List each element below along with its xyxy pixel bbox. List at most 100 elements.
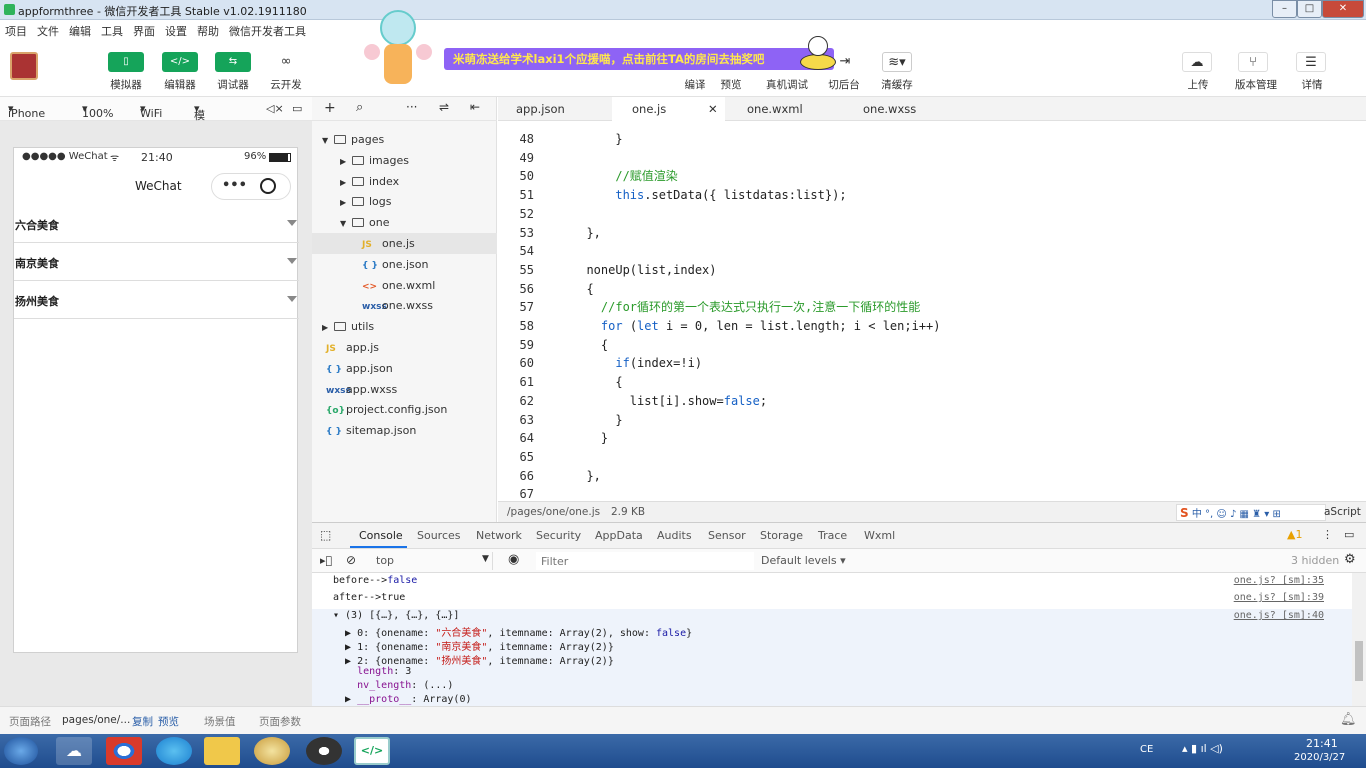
console-log-line[interactable]: ▾ (3) [{…}, {…}, {…}] (333, 610, 459, 621)
avatar[interactable] (10, 52, 38, 80)
menu-wechat-devtools[interactable]: 微信开发者工具 (224, 20, 311, 39)
tab-one-wxml[interactable]: one.wxml (726, 97, 839, 121)
compile-label[interactable]: 编译 (678, 77, 712, 92)
tree-file[interactable]: { } one.json (312, 254, 497, 275)
console-log-line[interactable]: ▶ 0: {onename: "六合美食", itemname: Array(2… (333, 624, 692, 639)
sort-icon[interactable]: ⇌ (439, 100, 449, 114)
capsule-menu[interactable]: ••• (211, 173, 291, 200)
debugger-toggle-button[interactable]: ⇆ (215, 52, 251, 72)
minimize-button[interactable]: – (1272, 0, 1297, 18)
console-output[interactable]: before-->false one.js? [sm]:35 after-->tru… (312, 573, 1352, 707)
clear-cache-label[interactable]: 清缓存 (875, 77, 919, 92)
chevron-right-icon[interactable]: ▶ (340, 172, 348, 193)
tab-console[interactable]: Console (359, 529, 403, 542)
clear-console-icon[interactable]: ⊘ (346, 553, 356, 567)
layers-icon[interactable]: ≋▾ (882, 52, 912, 72)
console-log-line[interactable]: ▶ 1: {onename: "南京美食", itemname: Array(2… (333, 638, 614, 653)
media-icon[interactable] (254, 737, 290, 765)
tab-sources[interactable]: Sources (417, 529, 461, 542)
clock-time[interactable]: 21:41 (1306, 737, 1338, 750)
console-log-line[interactable]: before-->false (333, 575, 417, 586)
code-area[interactable]: 48 } 49 50 //赋值渲染 51 this.setData({ listdat… (498, 121, 1366, 501)
chevron-down-icon[interactable]: ▼ (322, 130, 330, 151)
ime-toolbar[interactable]: S 中 °, ☺ ♪ ▦ ♜ ▾ ⊞ (1176, 504, 1326, 521)
folder-icon[interactable] (204, 737, 240, 765)
upload-icon[interactable]: ☁ (1182, 52, 1212, 72)
close-window-button[interactable]: ✕ (1322, 0, 1364, 18)
tab-network[interactable]: Network (476, 529, 522, 542)
tree-folder[interactable]: ▶ index (312, 171, 497, 192)
eye-icon[interactable]: ◉ (508, 552, 519, 567)
context-select[interactable]: top ▼ (367, 552, 493, 570)
tray-icons[interactable]: ▴ ▮ ıl ◁) (1182, 742, 1223, 755)
tree-file[interactable]: JS one.js (312, 233, 497, 254)
tree-file[interactable]: <> one.wxml (312, 275, 497, 296)
inspect-icon[interactable]: ⬚ (320, 528, 331, 542)
console-scrollbar[interactable] (1352, 573, 1366, 707)
close-tab-icon[interactable]: ✕ (708, 97, 718, 121)
tree-folder[interactable]: ▶ logs (312, 191, 497, 212)
copy-link[interactable]: 复制 (132, 714, 153, 729)
gear-icon[interactable]: ⚙ (1344, 552, 1356, 567)
tab-app-json[interactable]: app.json (498, 97, 611, 121)
close-capsule-icon[interactable] (260, 178, 276, 194)
detach-icon[interactable]: ▭ (292, 102, 302, 115)
device-select[interactable]: iPhone 5 ▾ (8, 102, 45, 133)
editor-toggle-button[interactable]: </> (162, 52, 198, 72)
ime-indicator[interactable]: CE (1140, 744, 1153, 755)
background-label[interactable]: 切后台 (822, 77, 866, 92)
cloud-icon[interactable]: ∞ (271, 52, 301, 72)
tab-audits[interactable]: Audits (657, 529, 692, 542)
menu-edit[interactable]: 编辑 (64, 20, 96, 39)
scrollbar-thumb[interactable] (1355, 641, 1363, 681)
tree-folder[interactable]: ▶ images (312, 150, 497, 171)
tab-security[interactable]: Security (536, 529, 581, 542)
bell-icon[interactable]: 🔔︎ (1340, 712, 1357, 727)
chevron-right-icon[interactable]: ▶ (340, 151, 348, 172)
chevron-right-icon[interactable]: ▶ (340, 192, 348, 213)
list-item[interactable]: 扬州美食 (14, 282, 299, 319)
tree-file[interactable]: wxssone.wxss (312, 295, 497, 316)
sim-ops-select[interactable]: 模拟操作 ▾ (194, 102, 205, 170)
browser-icon[interactable] (156, 737, 192, 765)
tab-one-js[interactable]: one.js ✕ (612, 97, 725, 121)
chrome-icon[interactable] (106, 737, 142, 765)
page-params-label[interactable]: 页面参数 (259, 714, 301, 729)
tab-one-wxss[interactable]: one.wxss (840, 97, 953, 121)
preview-link[interactable]: 预览 (158, 714, 179, 729)
tab-sensor[interactable]: Sensor (708, 529, 746, 542)
tree-file[interactable]: {o}project.config.json (312, 399, 497, 420)
warning-icon[interactable]: ▲1 (1287, 528, 1302, 541)
devtools-menu-icon[interactable]: ⋮ (1322, 528, 1333, 541)
tab-wxml[interactable]: Wxml (864, 529, 895, 542)
language-mode[interactable]: aScript (1324, 506, 1361, 518)
more-icon[interactable]: ··· (406, 100, 417, 114)
tab-trace[interactable]: Trace (818, 529, 847, 542)
more-icon[interactable]: ••• (222, 178, 247, 193)
upload-label[interactable]: 上传 (1176, 77, 1220, 92)
search-icon[interactable]: ⌕ (356, 100, 363, 115)
network-select[interactable]: WiFi ▾ (140, 102, 162, 120)
menu-help[interactable]: 帮助 (192, 20, 224, 39)
chevron-down-icon[interactable]: ▼ (340, 213, 348, 234)
wechat-devtools-icon[interactable]: </> (354, 737, 390, 765)
log-levels-select[interactable]: Default levels ▾ (761, 554, 846, 567)
console-log-line[interactable]: after-->true (333, 592, 405, 603)
menu-tools[interactable]: 工具 (96, 20, 128, 39)
zoom-select[interactable]: 100% ▾ (82, 102, 113, 120)
start-button[interactable] (4, 737, 38, 765)
list-item[interactable]: 南京美食 (14, 244, 299, 281)
gift-banner[interactable]: 米萌冻送给学术laxi1个应援喵，点击前往TA的房间去抽奖吧 (444, 48, 834, 70)
remote-debug-label[interactable]: 真机调试 (760, 77, 814, 92)
list-item[interactable]: 六合美食 (14, 206, 299, 243)
chevron-right-icon[interactable]: ▶ (322, 317, 330, 338)
tree-folder[interactable]: ▼ one (312, 212, 497, 233)
maximize-button[interactable]: □ (1297, 0, 1322, 18)
console-log-line[interactable]: ▶ __proto__: Array(0) (333, 694, 471, 705)
menu-file[interactable]: 文件 (32, 20, 64, 39)
menu-project[interactable]: 项目 (0, 20, 32, 39)
console-source-link[interactable]: one.js? [sm]:35 (1234, 575, 1324, 586)
tree-folder[interactable]: ▼ pages (312, 129, 497, 150)
console-log-line[interactable]: ▶ 2: {onename: "扬州美食", itemname: Array(2… (333, 652, 614, 667)
add-icon[interactable]: + (324, 100, 336, 116)
